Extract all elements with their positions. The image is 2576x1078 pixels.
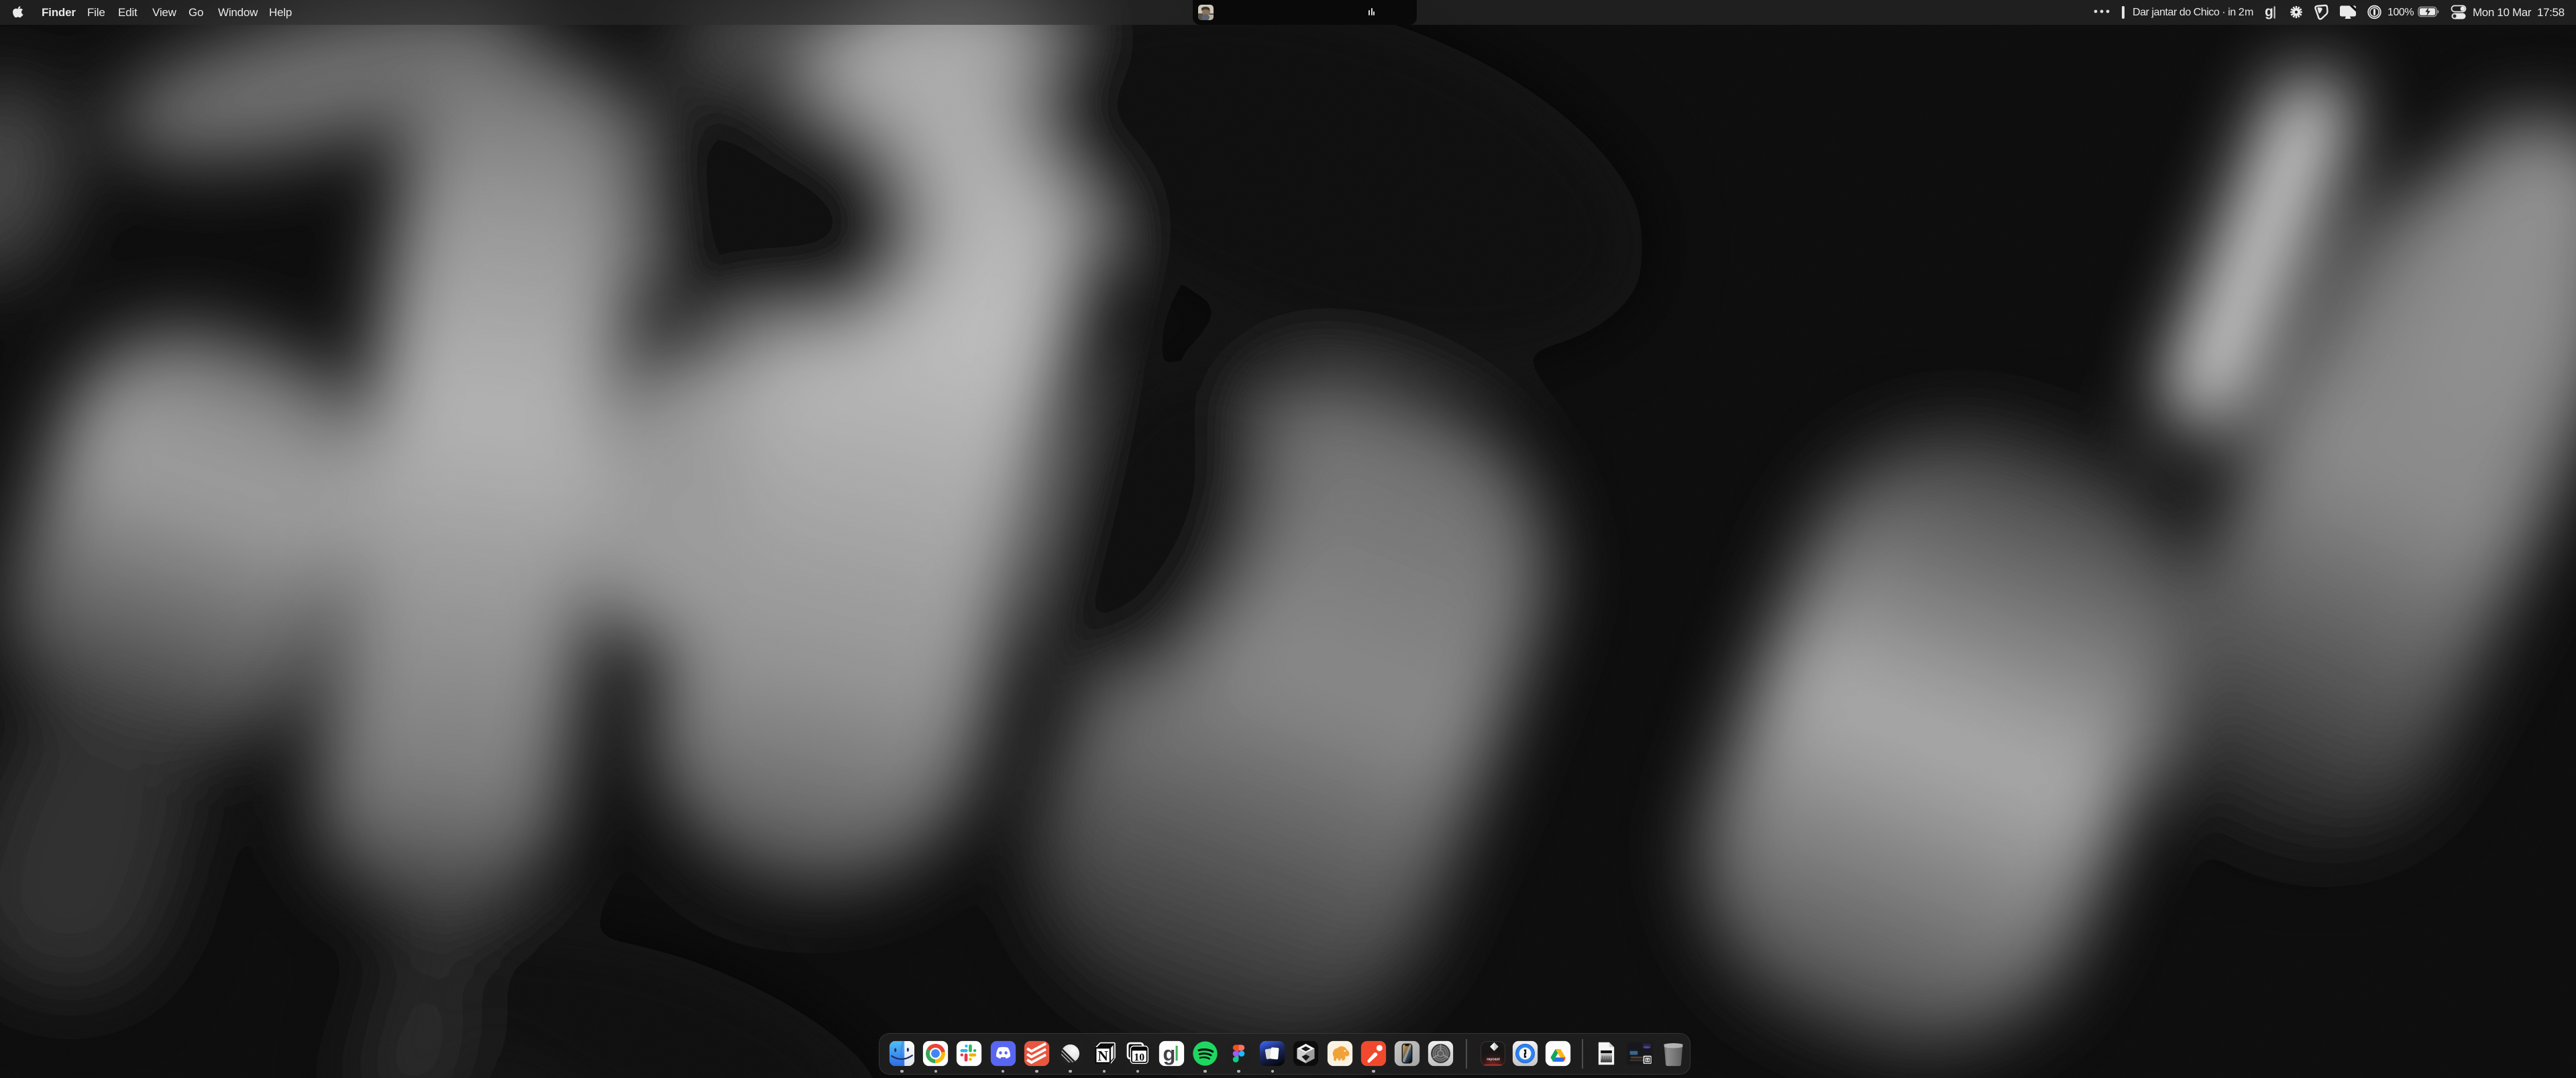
svg-text:N: N [1098, 1048, 1109, 1064]
svg-text:g: g [1163, 1042, 1175, 1065]
svg-text:10: 10 [1134, 1052, 1145, 1063]
svg-text:11: 11 [1646, 1059, 1650, 1063]
svg-text:g: g [2265, 4, 2273, 19]
svg-text:raycast: raycast [1487, 1057, 1500, 1061]
